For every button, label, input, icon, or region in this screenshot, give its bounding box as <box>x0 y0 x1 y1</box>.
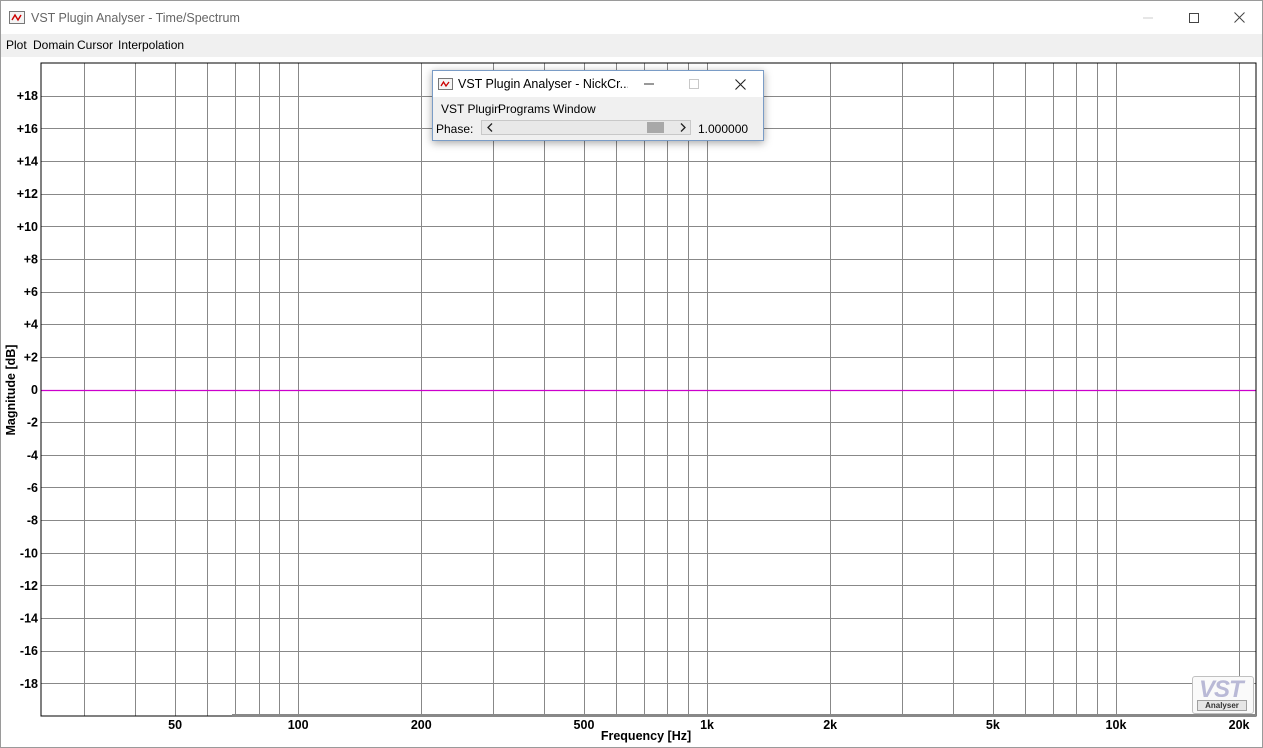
y-tick-label: -2 <box>27 416 38 430</box>
y-tick-label: -4 <box>27 448 38 462</box>
phase-value: 1.000000 <box>698 122 749 136</box>
logo-subtext: Analyser <box>1197 700 1247 711</box>
main-window: VST Plugin Analyser - Time/Spectrum Plot… <box>0 0 1263 748</box>
y-tick-label: +4 <box>24 318 38 332</box>
plugin-minimize-button[interactable] <box>626 71 672 97</box>
y-tick-label: +6 <box>24 285 38 299</box>
x-tick-label: 50 <box>168 718 182 732</box>
close-icon <box>734 78 746 90</box>
y-tick-label: -18 <box>20 677 38 691</box>
plugin-menu-vst-plugin[interactable]: VST Plugin <box>441 102 501 116</box>
y-tick-label: 0 <box>31 383 38 397</box>
menu-cursor[interactable]: Cursor <box>77 38 113 52</box>
x-tick-label: 500 <box>574 718 595 732</box>
app-icon <box>9 11 25 24</box>
x-tick-label: 100 <box>288 718 309 732</box>
minimize-icon <box>644 83 654 85</box>
slider-thumb[interactable] <box>646 122 664 133</box>
plugin-window: VST Plugin Analyser - NickCr... VST Plug… <box>432 70 764 141</box>
menu-domain[interactable]: Domain <box>33 38 74 52</box>
x-axis-label: Frequency [Hz] <box>601 729 691 743</box>
plugin-menu-window[interactable]: Window <box>553 102 596 116</box>
minimize-button[interactable] <box>1125 1 1171 34</box>
plugin-title-bar[interactable]: VST Plugin Analyser - NickCr... <box>433 71 763 97</box>
x-tick-label: 2k <box>823 718 837 732</box>
menu-interpolation[interactable]: Interpolation <box>118 38 184 52</box>
y-tick-label: -6 <box>27 481 38 495</box>
phase-label: Phase: <box>436 122 474 136</box>
vst-analyser-logo: VST Analyser <box>1192 676 1254 714</box>
y-tick-label: -10 <box>20 546 38 560</box>
maximize-icon <box>1189 12 1199 23</box>
x-tick-label: 10k <box>1106 718 1127 732</box>
slider-left-arrow[interactable] <box>482 121 497 134</box>
spectrum-plot[interactable]: +18 +16 +14 +12 +10 +8 +6 +4 +2 0 -2 -4 -6 -8 -10 -12 -1… <box>1 57 1262 747</box>
y-tick-label: +8 <box>24 252 38 266</box>
menu-plot[interactable]: Plot <box>6 38 27 52</box>
chevron-right-icon <box>680 123 686 132</box>
x-tick-label: 1k <box>700 718 714 732</box>
x-tick-label: 20k <box>1229 718 1250 732</box>
x-tick-labels: 50 100 200 500 1k 2k 5k 10k 20k <box>168 718 1249 732</box>
plugin-app-icon <box>438 78 453 90</box>
plot-scroll-indicator[interactable] <box>232 714 1256 717</box>
slider-right-arrow[interactable] <box>675 121 690 134</box>
y-tick-label: +16 <box>17 122 38 136</box>
y-tick-labels: +18 +16 +14 +12 +10 +8 +6 +4 +2 0 -2 -4 -6 -8 -10 -12 -1… <box>17 89 38 691</box>
y-tick-label: +18 <box>17 89 38 103</box>
y-tick-label: +12 <box>17 187 38 201</box>
y-tick-label: +14 <box>17 154 38 168</box>
y-tick-label: -14 <box>20 612 38 626</box>
title-bar[interactable]: VST Plugin Analyser - Time/Spectrum <box>1 1 1262 34</box>
maximize-icon <box>689 79 699 89</box>
plugin-maximize-button[interactable] <box>671 71 717 97</box>
plugin-window-title: VST Plugin Analyser - NickCr... <box>458 77 628 91</box>
y-tick-label: -8 <box>27 514 38 528</box>
menu-bar: Plot Domain Cursor Interpolation <box>1 34 1262 57</box>
x-tick-label: 200 <box>411 718 432 732</box>
plugin-close-button[interactable] <box>717 71 763 97</box>
phase-slider[interactable] <box>481 120 691 135</box>
maximize-button[interactable] <box>1171 1 1217 34</box>
close-icon <box>1233 12 1245 23</box>
close-button[interactable] <box>1216 1 1262 34</box>
y-tick-label: +2 <box>24 350 38 364</box>
y-tick-label: -16 <box>20 644 38 658</box>
y-axis-label: Magnitude [dB] <box>4 345 18 436</box>
plugin-menu-programs[interactable]: Programs <box>498 102 550 116</box>
window-title: VST Plugin Analyser - Time/Spectrum <box>31 11 240 25</box>
chevron-left-icon <box>486 123 492 132</box>
y-tick-label: -12 <box>20 579 38 593</box>
x-tick-label: 5k <box>986 718 1000 732</box>
minimize-icon <box>1143 17 1153 18</box>
y-tick-label: +10 <box>17 220 38 234</box>
